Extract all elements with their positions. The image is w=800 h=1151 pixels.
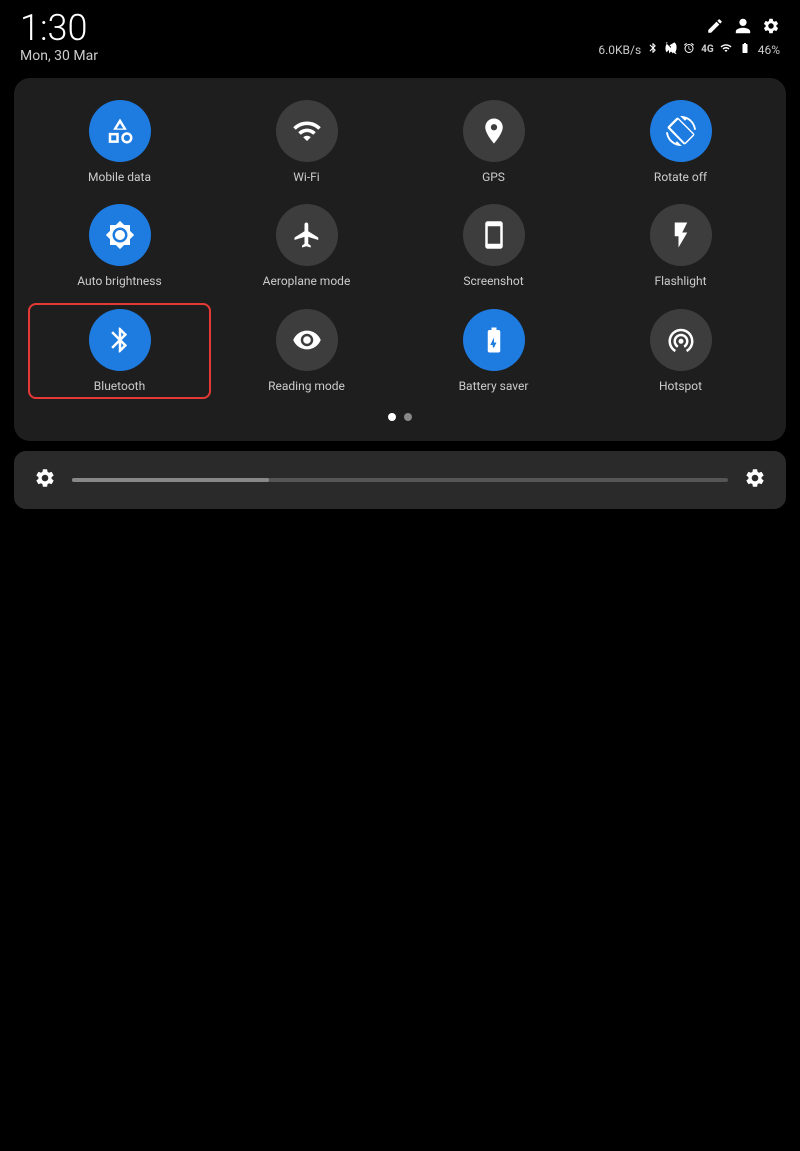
qs-tile-bluetooth[interactable]: Bluetooth <box>28 303 211 399</box>
data-speed: 6.0KB/s <box>598 43 641 57</box>
status-bar-left: 1:30 Mon, 30 Mar <box>20 10 98 64</box>
status-bar-right: 6.0KB/s 4G 46% <box>598 17 780 57</box>
qs-label-aeroplane-mode: Aeroplane mode <box>263 274 351 288</box>
qs-dot-1[interactable] <box>388 413 396 421</box>
qs-label-battery-saver: Battery saver <box>459 379 529 393</box>
signal-icon <box>665 42 677 57</box>
date-display: Mon, 30 Mar <box>20 48 98 64</box>
qs-icon-auto-brightness <box>89 204 151 266</box>
qs-tile-gps[interactable]: GPS <box>402 94 585 190</box>
qs-label-auto-brightness: Auto brightness <box>77 274 161 288</box>
qs-icon-reading-mode <box>276 309 338 371</box>
qs-icon-screenshot <box>463 204 525 266</box>
status-bar: 1:30 Mon, 30 Mar 6.0KB/s <box>0 0 800 70</box>
qs-tile-mobile-data[interactable]: Mobile data <box>28 94 211 190</box>
qs-label-rotate-off: Rotate off <box>654 170 707 184</box>
qs-grid: Mobile data Wi-Fi GPS Rotate off Auto bright… <box>24 94 776 399</box>
edit-icon[interactable] <box>706 17 724 40</box>
qs-tile-auto-brightness[interactable]: Auto brightness <box>28 198 211 294</box>
network-type: 4G <box>701 44 714 55</box>
bottom-settings-left-icon[interactable] <box>34 467 56 494</box>
qs-tile-reading-mode[interactable]: Reading mode <box>215 303 398 399</box>
qs-label-hotspot: Hotspot <box>659 379 702 393</box>
qs-icon-wifi <box>276 100 338 162</box>
qs-icon-bluetooth <box>89 309 151 371</box>
qs-icon-flashlight <box>650 204 712 266</box>
qs-icon-battery-saver <box>463 309 525 371</box>
brightness-fill <box>72 478 269 482</box>
qs-tile-aeroplane-mode[interactable]: Aeroplane mode <box>215 198 398 294</box>
qs-page-dots <box>24 413 776 421</box>
qs-icon-rotate-off <box>650 100 712 162</box>
qs-icon-hotspot <box>650 309 712 371</box>
qs-label-mobile-data: Mobile data <box>88 170 151 184</box>
qs-label-bluetooth: Bluetooth <box>94 379 145 393</box>
time-display: 1:30 <box>20 10 98 46</box>
qs-tile-screenshot[interactable]: Screenshot <box>402 198 585 294</box>
battery-icon <box>738 42 752 57</box>
settings-icon[interactable] <box>762 17 780 40</box>
bottom-bar <box>14 451 786 509</box>
qs-tile-flashlight[interactable]: Flashlight <box>589 198 772 294</box>
qs-icon-aeroplane-mode <box>276 204 338 266</box>
qs-tile-hotspot[interactable]: Hotspot <box>589 303 772 399</box>
status-top-icons <box>706 17 780 40</box>
alarm-icon <box>683 42 695 57</box>
status-info-bar: 6.0KB/s 4G 46% <box>598 42 780 57</box>
battery-percent: 46% <box>758 43 780 57</box>
qs-tile-battery-saver[interactable]: Battery saver <box>402 303 585 399</box>
qs-label-gps: GPS <box>482 170 505 184</box>
qs-icon-mobile-data <box>89 100 151 162</box>
bottom-settings-right-icon[interactable] <box>744 467 766 494</box>
qs-icon-gps <box>463 100 525 162</box>
qs-label-reading-mode: Reading mode <box>268 379 345 393</box>
qs-tile-rotate-off[interactable]: Rotate off <box>589 94 772 190</box>
qs-label-screenshot: Screenshot <box>463 274 523 288</box>
qs-label-wifi: Wi-Fi <box>293 170 319 184</box>
qs-tile-wifi[interactable]: Wi-Fi <box>215 94 398 190</box>
signal-bars <box>720 42 732 57</box>
quick-settings-panel: Mobile data Wi-Fi GPS Rotate off Auto bright… <box>14 78 786 441</box>
bluetooth-status-icon <box>647 42 659 57</box>
qs-dot-2[interactable] <box>404 413 412 421</box>
qs-label-flashlight: Flashlight <box>655 274 707 288</box>
profile-icon[interactable] <box>734 17 752 40</box>
brightness-slider[interactable] <box>72 478 728 482</box>
